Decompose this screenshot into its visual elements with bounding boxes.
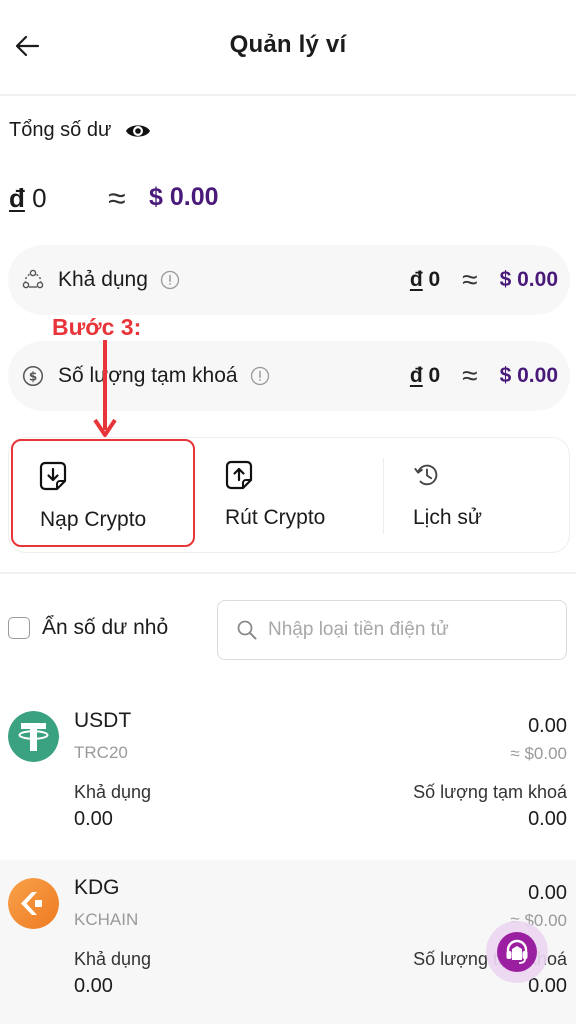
coin-symbol: KDG [74, 876, 120, 899]
action-divider [383, 458, 384, 534]
withdraw-crypto-button[interactable]: Rút Crypto [205, 438, 381, 554]
approx-symbol: ≈ [108, 180, 126, 216]
available-vnd: đ 0 [410, 268, 440, 292]
available-label: Khả dụng [58, 268, 148, 291]
info-icon[interactable] [250, 366, 270, 386]
coin-symbol: USDT [74, 709, 132, 732]
app-header: Quản lý ví [0, 0, 576, 96]
kdg-logo-icon [8, 878, 59, 929]
dong-symbol: đ [9, 183, 25, 213]
info-icon[interactable] [160, 270, 180, 290]
dong-symbol: đ [409, 268, 423, 291]
deposit-crypto-label: Nạp Crypto [40, 508, 147, 531]
hide-small-balance-toggle[interactable]: Ẩn số dư nhỏ [8, 616, 168, 640]
total-usd-value: $ 0.00 [149, 183, 219, 211]
total-balance-text: Tổng số dư [9, 119, 112, 141]
asset-row-usdt[interactable]: USDT TRC20 0.00 ≈ $0.00 Khả dụng 0.00 Số… [0, 693, 576, 859]
section-divider [0, 572, 576, 574]
total-vnd-value: đ 0 [9, 183, 47, 214]
support-button-inner [497, 932, 537, 972]
locked-label: Số lượng tạm khoá [413, 782, 567, 802]
locked-value: 0.00 [528, 808, 567, 830]
hide-small-checkbox[interactable] [8, 617, 30, 639]
available-label: Khả dụng [74, 782, 152, 802]
available-value: 0.00 [74, 808, 113, 830]
approx-symbol: ≈ [462, 264, 478, 295]
search-icon [237, 620, 257, 640]
total-balance-label: Tổng số dư [9, 119, 151, 142]
annotation-arrow-icon [93, 340, 117, 437]
dong-symbol: đ [409, 364, 423, 387]
coin-amount: 0.00 [528, 715, 567, 737]
coin-amount: 0.00 [528, 882, 567, 904]
history-button[interactable]: Lịch sử [391, 438, 567, 554]
available-values: đ 0 ≈ $ 0.00 [410, 245, 558, 315]
usdt-logo-icon [8, 711, 59, 762]
deposit-icon [39, 461, 67, 491]
dollar-circle-icon: $ [22, 365, 44, 387]
locked-value: 0.00 [528, 975, 567, 997]
coin-network: KCHAIN [74, 910, 139, 929]
hide-small-label: Ẩn số dư nhỏ [42, 616, 169, 639]
history-icon [414, 464, 438, 486]
coin-usd-value: ≈ $0.00 [510, 744, 567, 763]
step-annotation-label: Bước 3: [52, 314, 142, 340]
withdraw-crypto-label: Rút Crypto [225, 506, 326, 529]
locked-values: đ 0 ≈ $ 0.00 [410, 341, 558, 411]
eye-icon[interactable] [125, 122, 151, 140]
actions-card: Nạp Crypto Rút Crypto Lịch sử [8, 437, 570, 553]
history-label: Lịch sử [413, 506, 482, 529]
available-balance-row: Khả dụng đ 0 ≈ $ 0.00 [8, 245, 570, 315]
coin-network: TRC20 [74, 743, 128, 762]
approx-symbol: ≈ [462, 360, 478, 391]
locked-vnd: đ 0 [410, 364, 440, 388]
svg-text:$: $ [29, 370, 37, 384]
locked-label: Số lượng tạm khoá [58, 364, 238, 387]
deposit-crypto-button[interactable]: Nạp Crypto [11, 439, 195, 547]
support-chat-button[interactable] [486, 921, 548, 983]
available-value: 0.00 [74, 975, 113, 997]
page-title: Quản lý ví [229, 31, 347, 58]
available-label: Khả dụng [74, 949, 152, 969]
available-usd: $ 0.00 [499, 268, 558, 291]
search-input[interactable] [268, 619, 548, 641]
withdraw-icon [225, 460, 253, 490]
locked-usd: $ 0.00 [499, 364, 558, 387]
available-vnd-amount: 0 [428, 268, 441, 291]
search-box[interactable] [217, 600, 567, 660]
headset-icon [506, 939, 528, 964]
share-nodes-icon [22, 269, 44, 289]
locked-vnd-amount: 0 [428, 364, 441, 387]
total-vnd-amount: 0 [32, 183, 47, 213]
